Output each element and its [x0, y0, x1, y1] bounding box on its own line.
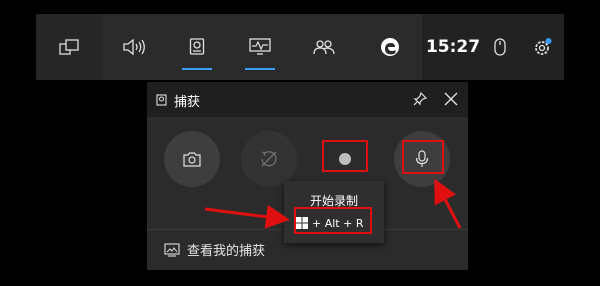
arrow-to-shortcut: [204, 204, 290, 229]
arrow-to-microphone: [434, 178, 462, 229]
annotation-arrows: [204, 178, 462, 229]
